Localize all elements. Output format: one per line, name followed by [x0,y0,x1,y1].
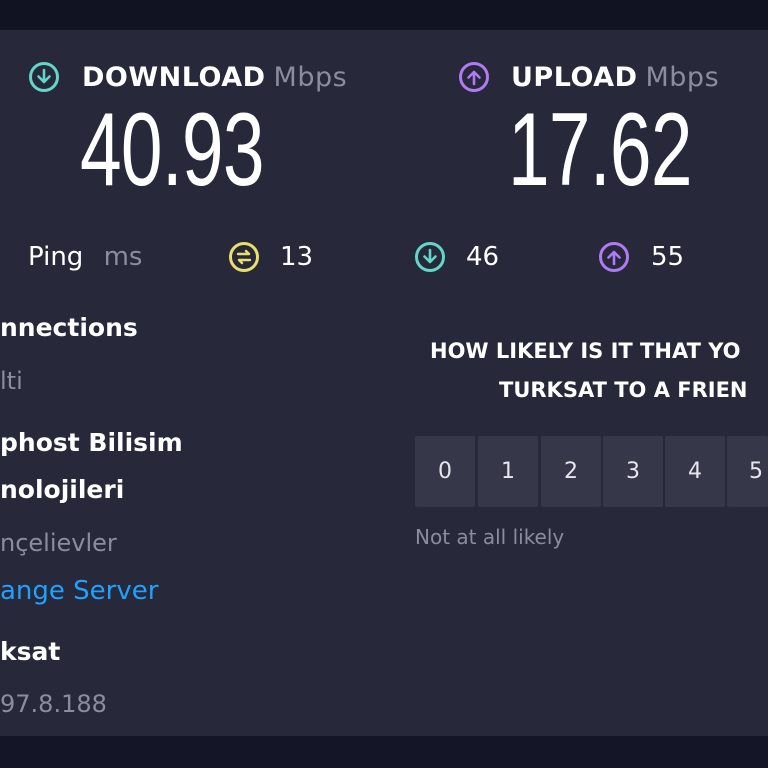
server-name-line1: phost Bilisim [0,428,183,457]
provider-ip: 97.8.188 [0,690,107,718]
score-button-5[interactable]: 5 [727,436,768,507]
top-bar [0,0,768,30]
upload-speed-value: 17.62 [508,92,693,208]
score-button-3[interactable]: 3 [603,436,663,507]
ping-unit: ms [103,242,143,272]
download-header: DOWNLOAD Mbps [82,62,347,94]
upload-unit: Mbps [645,62,720,93]
score-button-1[interactable]: 1 [478,436,538,507]
score-button-2[interactable]: 2 [541,436,601,507]
ping-label: Ping ms [28,242,142,272]
score-button-0[interactable]: 0 [415,436,475,507]
ping-idle-icon [229,242,259,272]
bottom-bar [0,736,768,768]
download-speed-value: 40.93 [80,92,265,208]
survey-question-line1: HOW LIKELY IS IT THAT YO [430,339,741,363]
download-icon [29,62,59,92]
survey-low-label: Not at all likely [415,525,565,549]
download-unit: Mbps [273,62,348,93]
server-location: nçelievler [0,529,117,557]
provider-name: ksat [0,637,61,666]
server-name-line2: nolojileri [0,475,125,504]
upload-header: UPLOAD Mbps [511,62,719,94]
upload-label: UPLOAD [511,62,638,93]
ping-download-icon [415,242,445,272]
upload-icon [459,62,489,92]
change-server-link[interactable]: ange Server [0,576,158,606]
ping-upload-value: 55 [651,242,685,272]
connections-mode[interactable]: lti [0,367,23,395]
ping-label-text: Ping [28,242,84,272]
download-label: DOWNLOAD [82,62,266,93]
survey-question-line2: TURKSAT TO A FRIEN [499,378,748,402]
score-button-4[interactable]: 4 [665,436,725,507]
ping-idle-value: 13 [280,242,314,272]
ping-download-value: 46 [466,242,500,272]
connections-title: nnections [0,313,138,342]
ping-upload-icon [599,242,629,272]
